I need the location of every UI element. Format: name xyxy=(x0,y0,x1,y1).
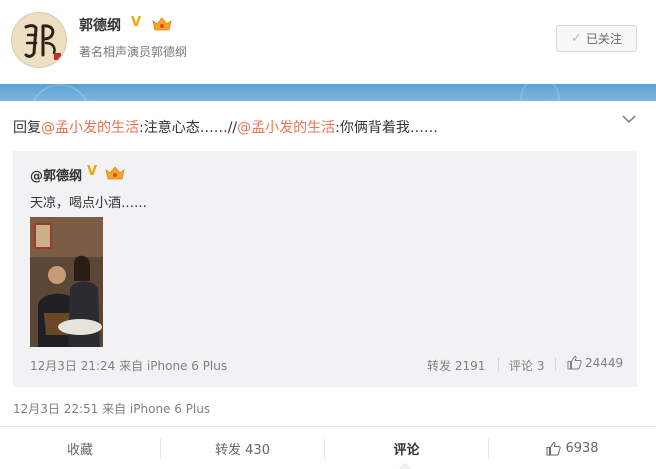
vip-crown-icon xyxy=(105,166,125,180)
thumbs-up-icon xyxy=(567,355,582,370)
photo-image xyxy=(30,217,103,347)
avatar[interactable] xyxy=(11,12,67,68)
profile-name[interactable]: 郭德纲 xyxy=(79,15,121,35)
repost-text: 天凉，喝点小酒…… xyxy=(30,196,148,211)
favorite-label: 收藏 xyxy=(66,443,93,458)
divider xyxy=(498,358,499,371)
mention-link[interactable]: @孟小发的生活 xyxy=(41,120,139,136)
repost-comment-count[interactable]: 评论 3 xyxy=(509,357,544,374)
action-bar: 收藏 转发 430 评论 6938 xyxy=(0,426,656,469)
post-text: 回复@孟小发的生活:注意心态……//@孟小发的生活:你俩背着我…… xyxy=(13,117,438,137)
forward-button[interactable]: 转发 430 xyxy=(161,427,324,469)
follow-label: 已关注 xyxy=(585,32,622,46)
comment-label: 评论 xyxy=(393,443,420,458)
like-button[interactable]: 6938 xyxy=(489,427,656,469)
repost-author[interactable]: @郭德纲 xyxy=(30,165,82,184)
vip-crown-icon xyxy=(152,17,172,31)
follow-button[interactable]: ✓ 已关注 xyxy=(556,25,637,52)
reposted-content: @郭德纲 V 天凉，喝点小酒…… 12月3日 21:24 来自 iPhone 6… xyxy=(13,151,637,387)
thumbs-up-icon xyxy=(546,441,562,456)
post-text-part: :注意心态……// xyxy=(139,120,238,136)
divider xyxy=(555,358,556,371)
post-timestamp: 12月3日 22:51 来自 iPhone 6 Plus xyxy=(13,402,211,416)
cover-decoration xyxy=(520,84,560,101)
forward-label: 转发 430 xyxy=(215,443,270,458)
post-text-part: 回复 xyxy=(13,120,41,136)
repost-forward-count[interactable]: 转发 2191 xyxy=(427,357,485,374)
verified-icon: V xyxy=(87,164,98,179)
like-count: 6938 xyxy=(565,441,599,456)
cover-decoration xyxy=(30,84,90,101)
mention-link[interactable]: @孟小发的生活 xyxy=(237,120,335,136)
post-text-part: :你俩背着我…… xyxy=(335,120,438,136)
repost-like-count: 24449 xyxy=(585,355,624,370)
profile-header: 郭德纲 V 著名相声演员郭德纲 ✓ 已关注 xyxy=(0,0,656,84)
calligraphy-avatar-image xyxy=(12,13,66,67)
repost-photo[interactable] xyxy=(30,217,103,347)
check-icon: ✓ xyxy=(571,31,582,46)
repost-like-button[interactable]: 24449 xyxy=(567,355,623,370)
chevron-down-icon[interactable] xyxy=(620,112,638,126)
cover-strip xyxy=(0,84,656,101)
active-tab-caret-fill xyxy=(399,464,411,469)
repost-timestamp: 12月3日 21:24 来自 iPhone 6 Plus xyxy=(30,359,228,373)
favorite-button[interactable]: 收藏 xyxy=(0,427,160,469)
verified-icon: V xyxy=(131,15,142,30)
profile-bio: 著名相声演员郭德纲 xyxy=(79,45,188,59)
